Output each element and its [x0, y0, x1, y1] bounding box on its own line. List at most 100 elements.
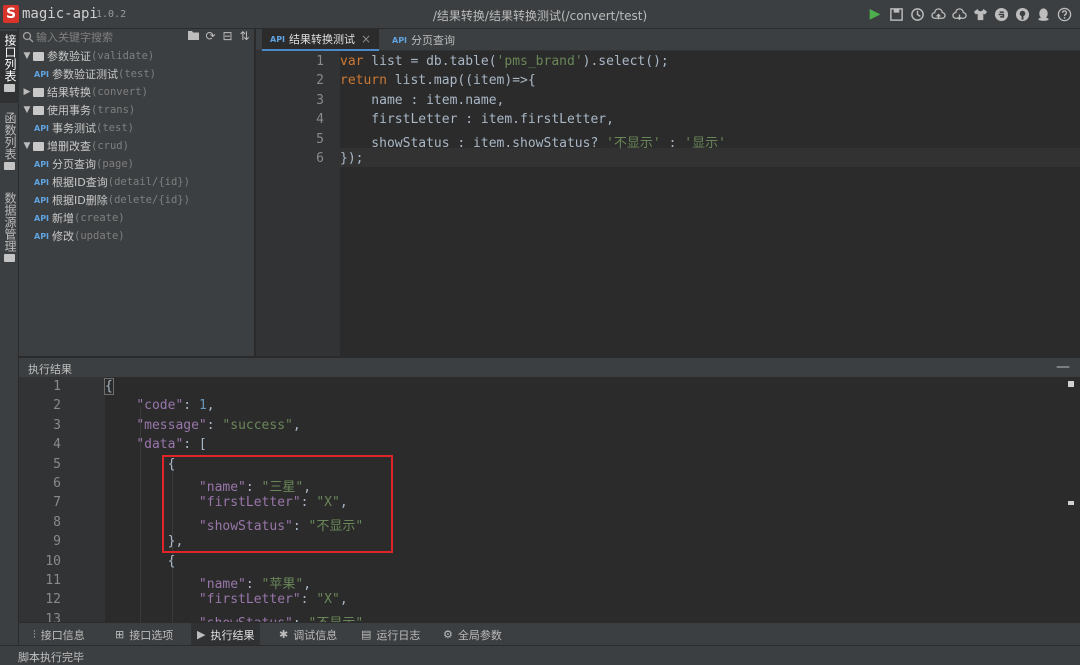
tree-api-item[interactable]: API 参数验证测试 (test): [19, 65, 255, 83]
json-token: ,: [292, 417, 301, 433]
status-text: 脚本执行完毕: [18, 651, 84, 664]
bug-icon: ✱: [279, 628, 289, 641]
line-number: 10: [45, 553, 61, 569]
json-token: ,: [206, 398, 215, 414]
code-token: });: [340, 151, 364, 166]
tree-item-path: (detail/{id}): [107, 176, 190, 188]
json-line: "code": 1,: [105, 398, 215, 414]
line-number: 7: [53, 495, 61, 511]
code-token: return: [340, 73, 387, 89]
save-icon[interactable]: [888, 5, 904, 23]
line-number: 13: [45, 611, 61, 622]
tree-item-path: (update): [74, 230, 125, 242]
sort-icon[interactable]: ⇅: [238, 29, 251, 44]
btab-api-info[interactable]: ⫶ 接口信息: [27, 623, 91, 646]
tree-item-name: 参数验证测试: [52, 68, 119, 81]
refresh-icon[interactable]: ⟳: [204, 29, 217, 44]
minimize-icon[interactable]: —: [1056, 359, 1070, 375]
btab-label: 接口选项: [129, 628, 174, 642]
api-tag: API: [392, 35, 408, 45]
json-token: "name": [198, 577, 246, 592]
tab-page-query[interactable]: API 分页查询: [384, 29, 463, 51]
code-line: name : item.name,: [340, 93, 504, 108]
folder-icon: [4, 84, 15, 92]
code-token: var: [340, 54, 364, 69]
json-token: {: [105, 553, 176, 569]
json-line: {: [104, 378, 114, 395]
tree-api-item[interactable]: API 分页查询 (page): [19, 155, 255, 173]
api-tag: API: [34, 177, 50, 187]
history-icon[interactable]: [909, 5, 925, 23]
tree-item-name: 分页查询: [52, 158, 97, 171]
code-line: return list.map((item)=>{: [340, 73, 536, 88]
tree-folder[interactable]: ▶ 结果转换 (convert): [19, 83, 255, 101]
close-icon[interactable]: ×: [361, 32, 371, 46]
qq-icon[interactable]: [1035, 5, 1051, 23]
play-icon: ▶: [197, 628, 206, 641]
vtab-datasource-label: 数据源管理: [3, 192, 17, 252]
line-number: 6: [316, 151, 324, 166]
tree-item-path: (test): [96, 122, 134, 134]
sidebar-tools: ⟳ ⊟ ⇅: [187, 29, 251, 44]
json-token: ,: [339, 592, 348, 608]
tree-folder[interactable]: ▼ 使用事务 (trans): [19, 101, 255, 119]
btab-global-params[interactable]: ⚙ 全局参数: [437, 623, 508, 646]
json-token: 1: [198, 398, 207, 414]
log-icon: ▤: [361, 628, 372, 641]
line-number: 1: [316, 54, 324, 69]
line-number: 5: [53, 456, 61, 472]
vtab-datasource[interactable]: 数据源管理: [0, 189, 19, 275]
chevron-down-icon[interactable]: ▼: [21, 51, 33, 61]
line-number: 8: [53, 514, 61, 530]
tree-item-path: (create): [74, 212, 125, 224]
chevron-down-icon[interactable]: ▼: [21, 141, 33, 151]
tree-item-path: (validate): [91, 50, 155, 62]
code-token: list = db.table(: [363, 54, 497, 69]
vtab-api-list-label: 接口列表: [3, 34, 17, 82]
tree-folder[interactable]: ▼ 参数验证 (validate): [19, 47, 255, 65]
gitee-icon[interactable]: [993, 5, 1009, 23]
github-icon[interactable]: [1014, 5, 1030, 23]
chevron-down-icon[interactable]: ▼: [21, 105, 33, 115]
tree-api-item[interactable]: API 事务测试 (test): [19, 119, 255, 137]
tree-item-path: (delete/{id}): [107, 194, 190, 206]
scroll-marker: [1068, 381, 1074, 387]
json-line: "message": "success",: [105, 417, 301, 433]
vtab-function-list[interactable]: 函数列表: [0, 109, 19, 181]
tree-api-item[interactable]: API 修改 (update): [19, 227, 255, 245]
tree-api-item[interactable]: API 根据ID删除 (delete/{id}): [19, 191, 255, 209]
tree-api-item[interactable]: API 新增 (create): [19, 209, 255, 227]
api-tag: API: [34, 159, 50, 169]
upload-icon[interactable]: [930, 5, 946, 23]
download-icon[interactable]: [951, 5, 967, 23]
folder-add-icon[interactable]: [187, 29, 200, 44]
api-tag: API: [270, 34, 286, 44]
json-token: :: [183, 398, 199, 414]
vtab-api-list[interactable]: 接口列表: [0, 31, 19, 103]
btab-label: 接口信息: [40, 628, 85, 642]
result-viewer[interactable]: 1 2 3 4 5 6 7 8 9 10 11 12 13{ "code": 1, "message":…: [19, 377, 1080, 622]
chevron-right-icon[interactable]: ▶: [21, 87, 33, 97]
json-token: "code": [136, 398, 184, 414]
run-icon[interactable]: ▶: [867, 5, 883, 23]
line-number: 3: [316, 92, 324, 108]
json-token: ,: [303, 577, 312, 592]
skin-icon[interactable]: [972, 5, 988, 23]
json-token: "message": [136, 417, 207, 433]
tree-folder[interactable]: ▼ 增删改查 (crud): [19, 137, 255, 155]
highlight-box: [162, 455, 393, 553]
tab-convert-test[interactable]: API 结果转换测试 ×: [262, 29, 380, 51]
btab-api-options[interactable]: ⊞ 接口选项: [109, 623, 179, 646]
tree-item-path: (page): [96, 158, 134, 170]
help-icon[interactable]: [1056, 5, 1072, 23]
btab-run-log[interactable]: ▤ 运行日志: [355, 623, 426, 646]
btab-debug-info[interactable]: ✱ 调试信息: [273, 623, 343, 646]
btab-exec-result[interactable]: ▶ 执行结果: [191, 623, 261, 646]
tree-api-item[interactable]: API 根据ID查询 (detail/{id}): [19, 173, 255, 191]
collapse-icon[interactable]: ⊟: [221, 29, 234, 44]
search-input[interactable]: [36, 29, 176, 45]
editor-tabs: API 结果转换测试 × API 分页查询: [256, 29, 1080, 51]
grid-icon: ⊞: [115, 628, 125, 641]
